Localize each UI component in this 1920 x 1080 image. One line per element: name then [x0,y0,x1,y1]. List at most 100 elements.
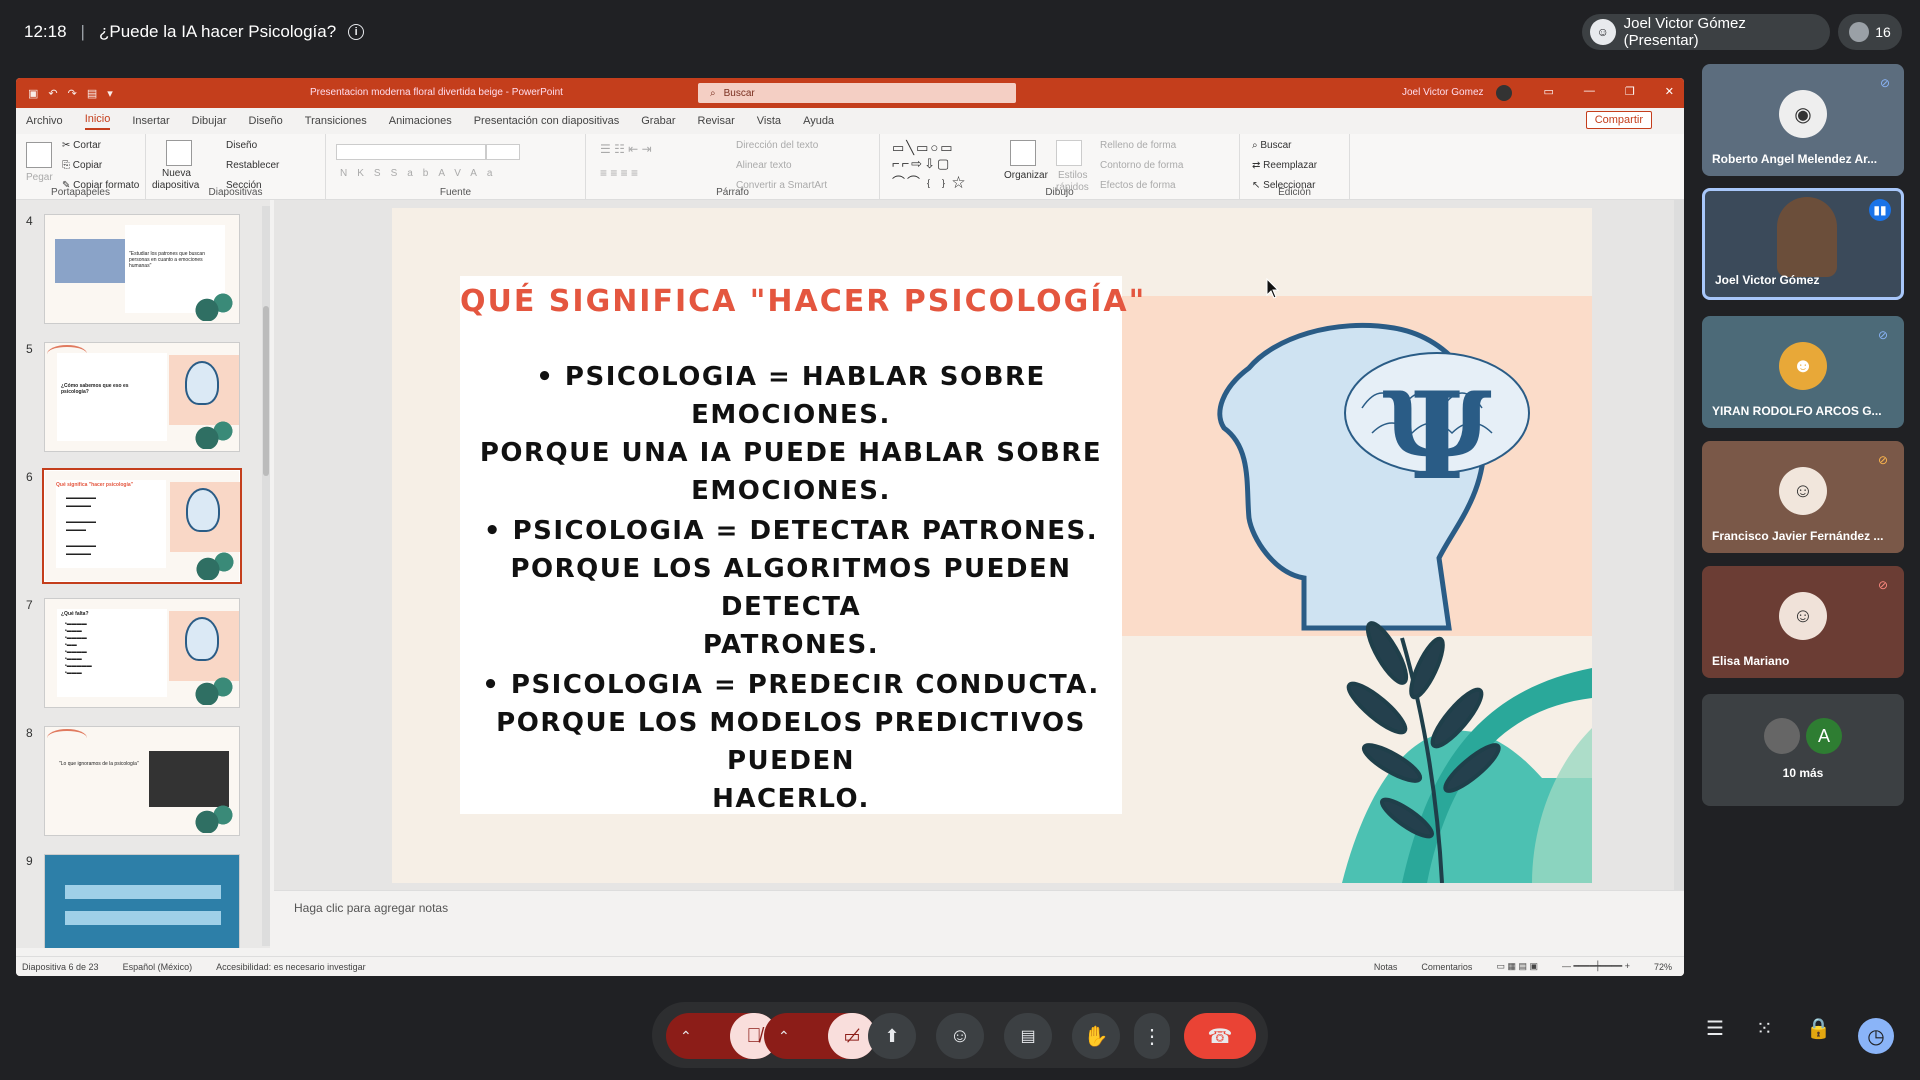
bullet-3[interactable]: • Psicologia = Predecir conducta. porque… [460,666,1122,818]
current-slide[interactable]: Qué significa "hacer psicología" • Psico… [392,208,1592,883]
notes-pane[interactable]: Haga clic para agregar notas [274,890,1684,934]
reset-button[interactable]: Restablecer [226,160,279,171]
participant-tile[interactable]: ☺ ⊘ Elisa Mariano [1702,566,1904,678]
slide-scrollbar[interactable] [1674,200,1684,890]
align-icons[interactable]: ≡ ≡ ≡ ≡ [600,166,638,180]
participant-tile-speaking[interactable]: ▮▮ Joel Victor Gómez [1702,188,1904,300]
text-direction-button[interactable]: Dirección del texto [736,140,818,151]
host-controls-icon[interactable]: 🔒 [1806,1016,1831,1041]
tab-presentacion[interactable]: Presentación con diapositivas [474,115,620,127]
scrollbar-thumb[interactable] [263,306,269,476]
participant-name: Francisco Javier Fernández ... [1712,529,1884,543]
present-screen-button[interactable]: ⬆ [868,1013,916,1059]
new-slide-icon[interactable] [166,140,192,166]
quick-styles-icon[interactable] [1056,140,1082,166]
comments-toggle[interactable]: Comentarios [1421,962,1472,972]
bullet-line: • Psicologia = Detectar patrones. [483,516,1099,546]
slide-thumbnail[interactable]: "Lo que ignoramos de la psicología" [44,726,240,836]
quick-styles-button[interactable]: Estilos [1058,170,1087,181]
save-icon[interactable]: ▣ [28,87,38,100]
find-button[interactable]: ⌕ Buscar [1252,140,1292,151]
new-slide-button[interactable]: Nueva [162,168,191,179]
spacing-button[interactable]: AV [438,168,470,179]
avatar[interactable] [1496,85,1512,101]
language-indicator[interactable]: Español (México) [123,962,193,972]
arrange-icon[interactable] [1010,140,1036,166]
shape-outline-button[interactable]: Contorno de forma [1100,160,1183,171]
font-name-input[interactable] [336,144,486,160]
slide-thumbnail[interactable]: ¿Cómo sabemos que eso es psicología? [44,342,240,452]
list-icons[interactable]: ☰ ☷ ⇤ ⇥ [600,142,652,156]
raise-hand-button[interactable]: ✋ [1072,1013,1120,1059]
tab-dibujar[interactable]: Dibujar [192,115,227,127]
clock-icon[interactable]: ◷ [1858,1018,1894,1054]
bullet-2[interactable]: • Psicologia = Detectar patrones. porque… [460,512,1122,664]
participant-tile[interactable]: ☻ ⊘ YIRAN RODOLFO ARCOS G... [1702,316,1904,428]
tab-transiciones[interactable]: Transiciones [305,115,367,127]
tab-ayuda[interactable]: Ayuda [803,115,834,127]
zoom-level[interactable]: 72% [1654,962,1672,972]
font-size-input[interactable] [486,144,520,160]
share-button[interactable]: Compartir [1585,111,1652,129]
participant-tile[interactable]: ☺ ⊘ Francisco Javier Fernández ... [1702,441,1904,553]
ppt-search-box[interactable]: ⌕ Buscar [698,83,1016,103]
more-options-button[interactable]: ⋮ [1134,1013,1170,1059]
info-icon[interactable]: i [348,24,365,40]
more-participants-tile[interactable]: A 10 más [1702,694,1904,806]
paste-button[interactable]: Pegar [26,172,53,183]
slide-thumbnail[interactable]: ¿Qué falta? •▬▬▬▬ •▬▬▬ •▬▬▬▬ •▬▬ •▬▬▬▬ •▬▬▬ •▬… [44,598,240,708]
chat-icon[interactable]: ☰ [1706,1016,1724,1041]
align-text-button[interactable]: Alinear texto [736,160,792,171]
shapes-gallery[interactable]: ▭╲▭○▭ ⌐⌐⇨⇩▢ ⌒⌒﹛﹜☆ [892,140,967,191]
minimize-icon[interactable]: — [1584,85,1595,98]
tab-revisar[interactable]: Revisar [698,115,735,127]
tab-grabar[interactable]: Grabar [641,115,675,127]
tab-insertar[interactable]: Insertar [132,115,169,127]
close-icon[interactable]: ✕ [1665,85,1674,98]
slide-thumbnail[interactable] [44,854,240,948]
slide-title[interactable]: Qué significa "hacer psicología" [460,284,1146,319]
customize-icon[interactable]: ▾ [107,87,113,100]
slide-thumbnail-selected[interactable]: Qué significa "hacer psicología" ▬▬▬▬▬▬ ▬… [42,468,242,584]
paste-icon[interactable] [26,142,52,168]
italic-button[interactable]: K [357,168,374,179]
strikethrough-button[interactable]: ab [407,168,438,179]
accessibility-indicator[interactable]: Accesibilidad: es necesario investigar [216,962,366,972]
redo-icon[interactable]: ↷ [68,87,77,100]
replace-button[interactable]: ⇄ Reemplazar [1252,160,1317,171]
leave-call-button[interactable]: ☎ [1184,1013,1256,1059]
reactions-button[interactable]: ☺ [936,1013,984,1059]
slide-thumbnail[interactable]: "Estudiar los patrones que buscan person… [44,214,240,324]
underline-button[interactable]: S [374,168,391,179]
captions-button[interactable]: ▤ [1004,1013,1052,1059]
cut-button[interactable]: ✂ Cortar [62,140,101,151]
bold-button[interactable]: N [340,168,357,179]
chevron-up-icon[interactable]: ⌃ [680,1028,692,1045]
present-icon[interactable]: ▤ [87,87,97,100]
tab-inicio[interactable]: Inicio [84,113,111,130]
tab-diseno[interactable]: Diseño [249,115,283,127]
font-format-buttons[interactable]: NKSSabAVAa [340,168,502,179]
ribbon-display-icon[interactable]: ▭ [1544,85,1554,98]
tab-vista[interactable]: Vista [757,115,781,127]
presenter-chip[interactable]: ☺ Joel Victor Gómez (Presentar) [1582,14,1830,50]
maximize-icon[interactable]: ❐ [1625,85,1635,98]
layout-button[interactable]: Diseño [226,140,257,151]
bullet-1[interactable]: • Psicologia = Hablar sobre emociones. p… [460,358,1122,510]
participant-tile[interactable]: ◉ ⊘ Roberto Angel Melendez Ar... [1702,64,1904,176]
chevron-up-icon[interactable]: ⌃ [778,1028,790,1045]
arrange-button[interactable]: Organizar [1004,170,1048,181]
tab-animaciones[interactable]: Animaciones [389,115,452,127]
shape-fill-button[interactable]: Relleno de forma [1100,140,1176,151]
shadow-button[interactable]: S [391,168,408,179]
tab-archivo[interactable]: Archivo [26,115,63,127]
notes-toggle[interactable]: Notas [1374,962,1398,972]
case-button[interactable]: Aa [470,168,502,179]
view-buttons[interactable]: ▭ ▦ ▤ ▣ [1496,961,1538,972]
zoom-slider[interactable]: — ━━━━┿━━━━ + [1562,961,1630,972]
activities-icon[interactable]: ⁙ [1756,1016,1773,1041]
people-chip[interactable]: 16 [1838,14,1902,50]
copy-button[interactable]: ⎘ Copiar [62,160,102,171]
undo-icon[interactable]: ↶ [48,87,57,100]
thumbnails-scrollbar[interactable] [262,206,270,946]
